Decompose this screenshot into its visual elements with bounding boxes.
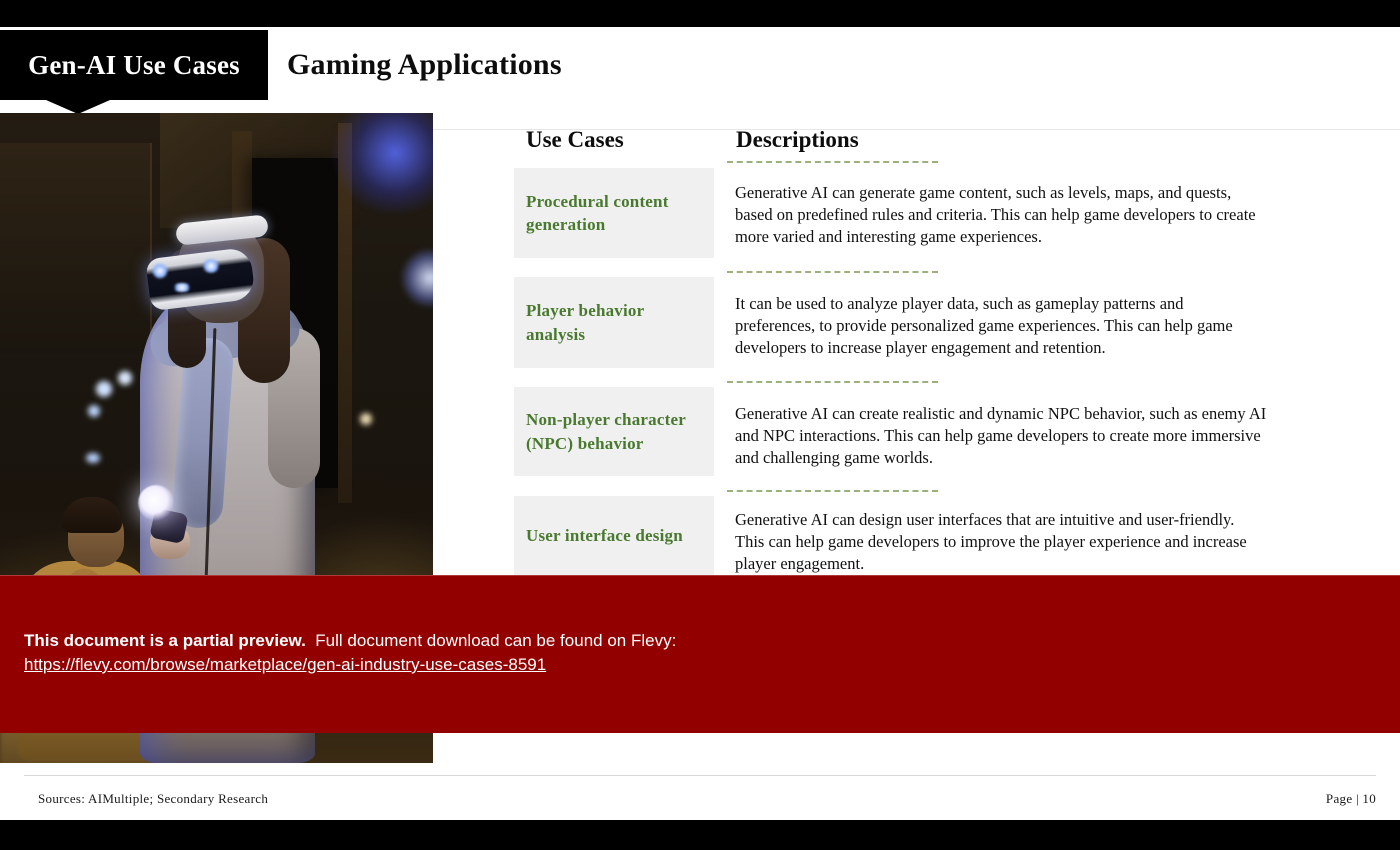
photo-bokeh-light bbox=[360, 413, 372, 425]
banner-text-line: This document is a partial preview. Full… bbox=[24, 631, 676, 651]
row-dashed-divider bbox=[727, 490, 938, 492]
use-case-cell[interactable]: Player behavior analysis bbox=[514, 277, 714, 368]
page-title: Gaming Applications bbox=[287, 48, 562, 81]
description-text: Generative AI can generate game content,… bbox=[735, 183, 1256, 246]
row-dashed-divider bbox=[727, 381, 938, 383]
photo-bokeh-light bbox=[86, 453, 100, 463]
photo-bokeh-light bbox=[88, 405, 100, 417]
header-tab-label: Gen-AI Use Cases bbox=[28, 49, 240, 80]
bottom-black-bar bbox=[0, 820, 1400, 850]
banner-subtext: Full document download can be found on F… bbox=[315, 631, 677, 650]
banner-headline: This document is a partial preview. bbox=[24, 631, 306, 650]
vr-headset-led bbox=[152, 263, 168, 279]
footer-page-number: Page | 10 bbox=[1325, 791, 1376, 806]
use-case-label: Player behavior analysis bbox=[526, 301, 645, 344]
photo-bokeh-light bbox=[118, 371, 132, 385]
header-tab[interactable]: Gen-AI Use Cases bbox=[0, 30, 268, 100]
use-case-cell[interactable]: User interface design bbox=[514, 496, 714, 576]
vr-headset-led bbox=[202, 259, 220, 273]
slide: Gen-AI Use Cases Gaming Applications Use… bbox=[0, 0, 1400, 850]
description-text: It can be used to analyze player data, s… bbox=[735, 294, 1233, 357]
row-dashed-divider bbox=[727, 161, 938, 163]
use-case-label: User interface design bbox=[526, 526, 683, 546]
photo-bokeh-light bbox=[96, 381, 112, 397]
description-text: Generative AI can design user interfaces… bbox=[735, 510, 1247, 573]
use-case-cell[interactable]: Non-player character (NPC) behavior bbox=[514, 387, 714, 476]
footer-divider bbox=[24, 775, 1376, 776]
top-black-bar bbox=[0, 0, 1400, 27]
photo-blue-glow-top bbox=[330, 113, 433, 213]
column-header-use-cases: Use Cases bbox=[526, 127, 624, 152]
footer-sources: Sources: AIMultiple; Secondary Research bbox=[38, 791, 269, 806]
motion-controller-orb bbox=[138, 485, 174, 521]
banner-download-link[interactable]: https://flevy.com/browse/marketplace/gen… bbox=[24, 655, 546, 675]
use-case-label: Non-player character (NPC) behavior bbox=[526, 410, 686, 453]
column-header-descriptions: Descriptions bbox=[736, 127, 859, 152]
use-case-label: Procedural content generation bbox=[526, 191, 669, 234]
row-dashed-divider bbox=[727, 271, 938, 273]
preview-banner: This document is a partial preview. Full… bbox=[0, 575, 1400, 733]
photo-window bbox=[0, 143, 152, 353]
photo-blue-glow-right bbox=[400, 248, 433, 308]
description-text: Generative AI can create realistic and d… bbox=[735, 404, 1267, 467]
vr-headset-led bbox=[172, 283, 192, 292]
use-case-cell[interactable]: Procedural content generation bbox=[514, 168, 714, 258]
tab-pointer-triangle-icon bbox=[46, 100, 110, 114]
